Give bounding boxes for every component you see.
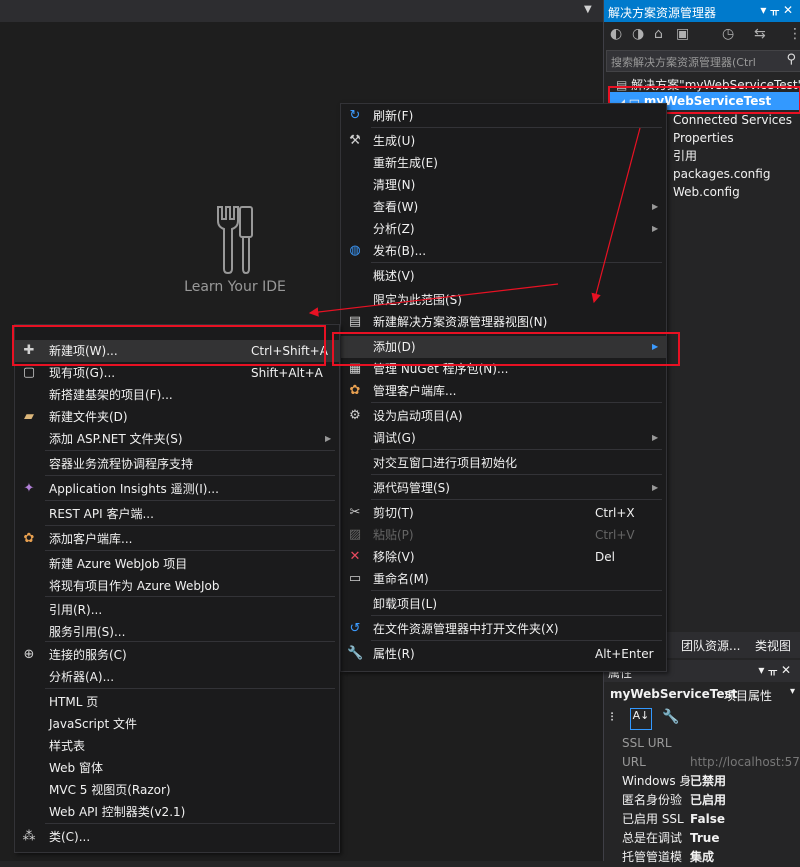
arrow-to-add <box>591 127 641 304</box>
arrow-to-new-item <box>308 283 559 317</box>
annotation-arrows <box>308 127 641 317</box>
